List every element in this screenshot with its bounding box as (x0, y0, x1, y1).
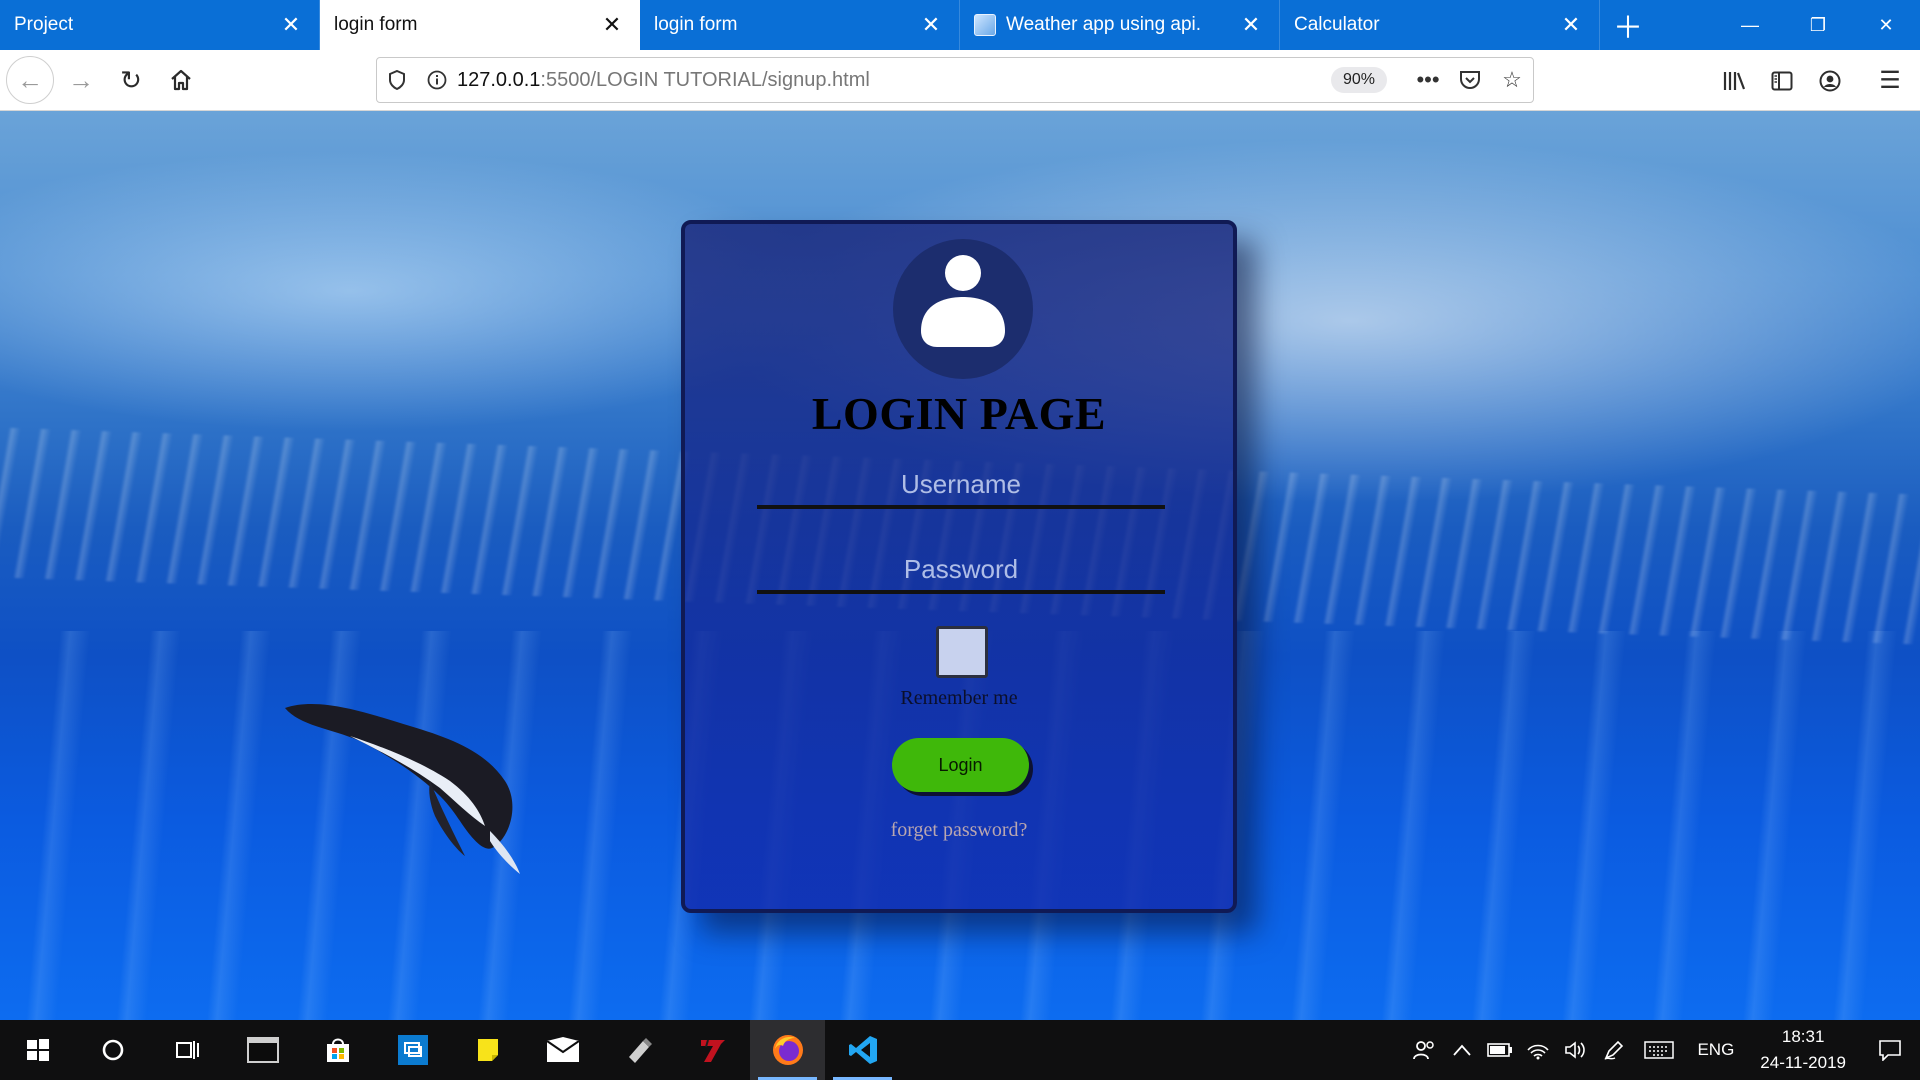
close-icon[interactable]: ✕ (1237, 11, 1265, 39)
bookmark-star-icon[interactable]: ☆ (1491, 67, 1533, 93)
clock[interactable]: 18:31 24-11-2019 (1746, 1024, 1860, 1076)
tab-calculator[interactable]: Calculator ✕ (1280, 0, 1600, 50)
close-icon[interactable]: ✕ (1852, 0, 1920, 50)
tab-title: login form (654, 14, 738, 35)
username-input[interactable] (757, 463, 1165, 509)
clock-time: 18:31 (1781, 1027, 1825, 1046)
user-avatar-icon (893, 239, 1033, 379)
media-app-icon[interactable] (675, 1020, 750, 1080)
sticky-notes-icon[interactable] (450, 1020, 525, 1080)
touch-keyboard-icon[interactable] (1633, 1020, 1685, 1080)
firefox-icon[interactable] (750, 1020, 825, 1080)
clock-date: 24-11-2019 (1760, 1053, 1846, 1072)
url-path: :5500/LOGIN TUTORIAL/signup.html (540, 68, 870, 91)
close-icon[interactable]: ✕ (917, 11, 945, 39)
tab-title: Weather app using api. (1006, 14, 1202, 35)
window-controls: — ❐ ✕ (1716, 0, 1920, 50)
windows-start-icon[interactable] (0, 1020, 75, 1080)
vscode-icon[interactable] (825, 1020, 900, 1080)
close-icon[interactable]: ✕ (277, 11, 305, 39)
account-icon[interactable] (1806, 57, 1854, 105)
tab-login-form[interactable]: login form ✕ (640, 0, 960, 50)
hamburger-menu-icon[interactable]: ☰ (1866, 57, 1914, 105)
wifi-icon[interactable] (1519, 1020, 1557, 1080)
back-arrow-icon[interactable]: ← (6, 56, 54, 104)
remember-me-checkbox[interactable] (936, 626, 988, 678)
site-info-icon[interactable] (417, 70, 457, 90)
tab-title: login form (334, 14, 418, 35)
url-text[interactable]: 127.0.0.1:5500/LOGIN TUTORIAL/signup.htm… (457, 69, 1331, 92)
login-button[interactable]: Login (892, 738, 1029, 792)
tab-project[interactable]: Project ✕ (0, 0, 320, 50)
close-icon[interactable]: ✕ (1557, 11, 1585, 39)
language-indicator[interactable]: ENG (1685, 1040, 1746, 1060)
more-actions-icon[interactable]: ••• (1407, 67, 1449, 93)
home-icon[interactable] (158, 57, 204, 103)
login-card: LOGIN PAGE Remember me Login forget pass… (681, 220, 1237, 913)
pocket-icon[interactable] (1449, 70, 1491, 90)
page-viewport: LOGIN PAGE Remember me Login forget pass… (0, 111, 1920, 1020)
store-icon[interactable] (300, 1020, 375, 1080)
page-title: LOGIN PAGE (811, 388, 1107, 439)
close-icon[interactable]: ✕ (598, 11, 626, 39)
mail-icon[interactable] (525, 1020, 600, 1080)
system-tray: ENG 18:31 24-11-2019 (1405, 1020, 1920, 1080)
minimize-icon[interactable]: — (1716, 0, 1784, 50)
volume-icon[interactable] (1557, 1020, 1595, 1080)
address-bar[interactable]: 127.0.0.1:5500/LOGIN TUTORIAL/signup.htm… (376, 57, 1534, 103)
remote-desktop-icon[interactable] (375, 1020, 450, 1080)
people-icon[interactable] (1405, 1020, 1443, 1080)
windows-taskbar: ENG 18:31 24-11-2019 (0, 1020, 1920, 1080)
tracking-shield-icon[interactable] (377, 70, 417, 90)
notification-center-icon[interactable] (1860, 1020, 1920, 1080)
whale-image (285, 704, 520, 874)
cortana-icon[interactable] (75, 1020, 150, 1080)
task-view-icon[interactable] (150, 1020, 225, 1080)
remember-me-label: Remember me (900, 687, 1018, 709)
navigation-toolbar: ← → ↻ 127.0.0.1:5500/LOGIN TUTORIAL/sign… (0, 50, 1920, 111)
url-host: 127.0.0.1 (457, 68, 541, 91)
reload-icon[interactable]: ↻ (108, 57, 154, 103)
chevron-up-icon[interactable] (1443, 1020, 1481, 1080)
tab-title: Project (14, 14, 74, 35)
browser-tabstrip: Project ✕ login form ✕ login form ✕ Weat… (0, 0, 1920, 50)
battery-icon[interactable] (1481, 1020, 1519, 1080)
sidebar-toggle-icon[interactable] (1758, 57, 1806, 105)
zoom-level-badge[interactable]: 90% (1330, 67, 1387, 93)
forget-password-link[interactable]: forget password? (685, 819, 1233, 842)
tab-login-form-active[interactable]: login form ✕ (320, 0, 640, 50)
library-icon[interactable] (1710, 57, 1758, 105)
pen-workspace-icon[interactable] (1595, 1020, 1633, 1080)
weather-favicon-icon (974, 14, 996, 36)
terminal-icon[interactable] (225, 1020, 300, 1080)
tab-title: Calculator (1294, 14, 1380, 35)
forward-arrow-icon[interactable]: → (58, 57, 104, 103)
tab-weather-app[interactable]: Weather app using api. ✕ (960, 0, 1280, 50)
usb-drive-icon[interactable] (600, 1020, 675, 1080)
password-input[interactable] (757, 548, 1165, 594)
plus-icon[interactable]: ＋ (1600, 0, 1656, 50)
toolbar-right: ☰ (1710, 50, 1920, 111)
restore-icon[interactable]: ❐ (1784, 0, 1852, 50)
